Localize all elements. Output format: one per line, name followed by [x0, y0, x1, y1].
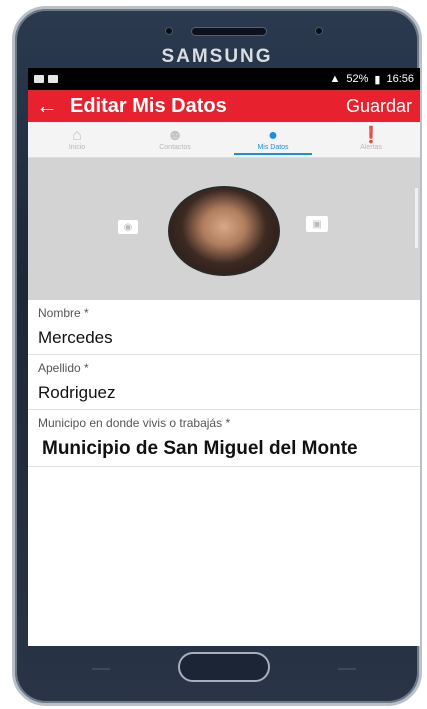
status-right: ▲ 52% ▮ 16:56: [329, 73, 414, 86]
tab-label: Alertas: [360, 144, 382, 151]
scrollbar[interactable]: [415, 188, 418, 248]
tab-label: Inicio: [68, 144, 86, 151]
back-nav-icon[interactable]: [338, 660, 356, 670]
profile-photo-area: ◉ ▣: [28, 158, 420, 300]
signal-icon: ▲: [329, 73, 341, 85]
home-button[interactable]: [178, 652, 270, 682]
page-title: Editar Mis Datos: [70, 94, 227, 117]
nombre-field[interactable]: Nombre * Mercedes: [28, 300, 420, 355]
municipio-label: Municipo en donde vivis o trabajás *: [38, 416, 231, 430]
tab-inicio[interactable]: ⌂ Inicio: [28, 122, 126, 157]
tab-bar: ⌂ Inicio ☻ Contactos ● Mis Datos ❗ Alert…: [28, 122, 420, 158]
image-icon[interactable]: ▣: [306, 216, 328, 232]
app-bar: ← Editar Mis Datos Guardar: [28, 90, 420, 122]
nombre-input[interactable]: Mercedes: [38, 328, 412, 348]
status-bar: ▲ 52% ▮ 16:56: [28, 68, 420, 90]
device-nav-bar: [28, 646, 420, 692]
municipio-input[interactable]: Municipio de San Miguel del Monte: [42, 438, 412, 460]
municipio-field[interactable]: Municipo en donde vivis o trabajás * Mun…: [28, 410, 420, 467]
mail-icon: [48, 75, 58, 83]
app-screen: ▲ 52% ▮ 16:56 ← Editar Mis Datos Guardar…: [28, 68, 420, 646]
apellido-label: Apellido *: [38, 361, 89, 375]
sensor-dot: [315, 27, 323, 35]
tab-mis-datos[interactable]: ● Mis Datos: [224, 122, 322, 157]
arrow-left-icon[interactable]: ←: [36, 93, 64, 119]
device-brand: SAMSUNG: [161, 46, 273, 67]
save-button[interactable]: Guardar: [346, 96, 412, 117]
front-camera: [165, 27, 173, 35]
avatar[interactable]: [168, 186, 280, 276]
recent-apps-icon[interactable]: [92, 660, 110, 670]
alert-icon: ❗: [361, 127, 381, 144]
camera-icon[interactable]: ◉: [118, 220, 138, 234]
status-left-icons: [34, 75, 58, 83]
clock: 16:56: [386, 73, 414, 85]
tab-contactos[interactable]: ☻ Contactos: [126, 122, 224, 157]
contacts-icon: ☻: [166, 127, 184, 144]
notification-icon: [34, 75, 44, 83]
home-icon: ⌂: [72, 127, 82, 144]
battery-level: 52%: [346, 73, 369, 85]
battery-icon: ▮: [374, 73, 381, 86]
nombre-label: Nombre *: [38, 306, 89, 320]
person-icon: ●: [268, 127, 278, 144]
tab-label: Contactos: [159, 144, 191, 151]
tab-alertas[interactable]: ❗ Alertas: [322, 122, 420, 157]
earpiece-speaker: [191, 27, 267, 36]
tab-label: Mis Datos: [257, 144, 289, 151]
apellido-input[interactable]: Rodriguez: [38, 383, 412, 403]
apellido-field[interactable]: Apellido * Rodriguez: [28, 355, 420, 410]
